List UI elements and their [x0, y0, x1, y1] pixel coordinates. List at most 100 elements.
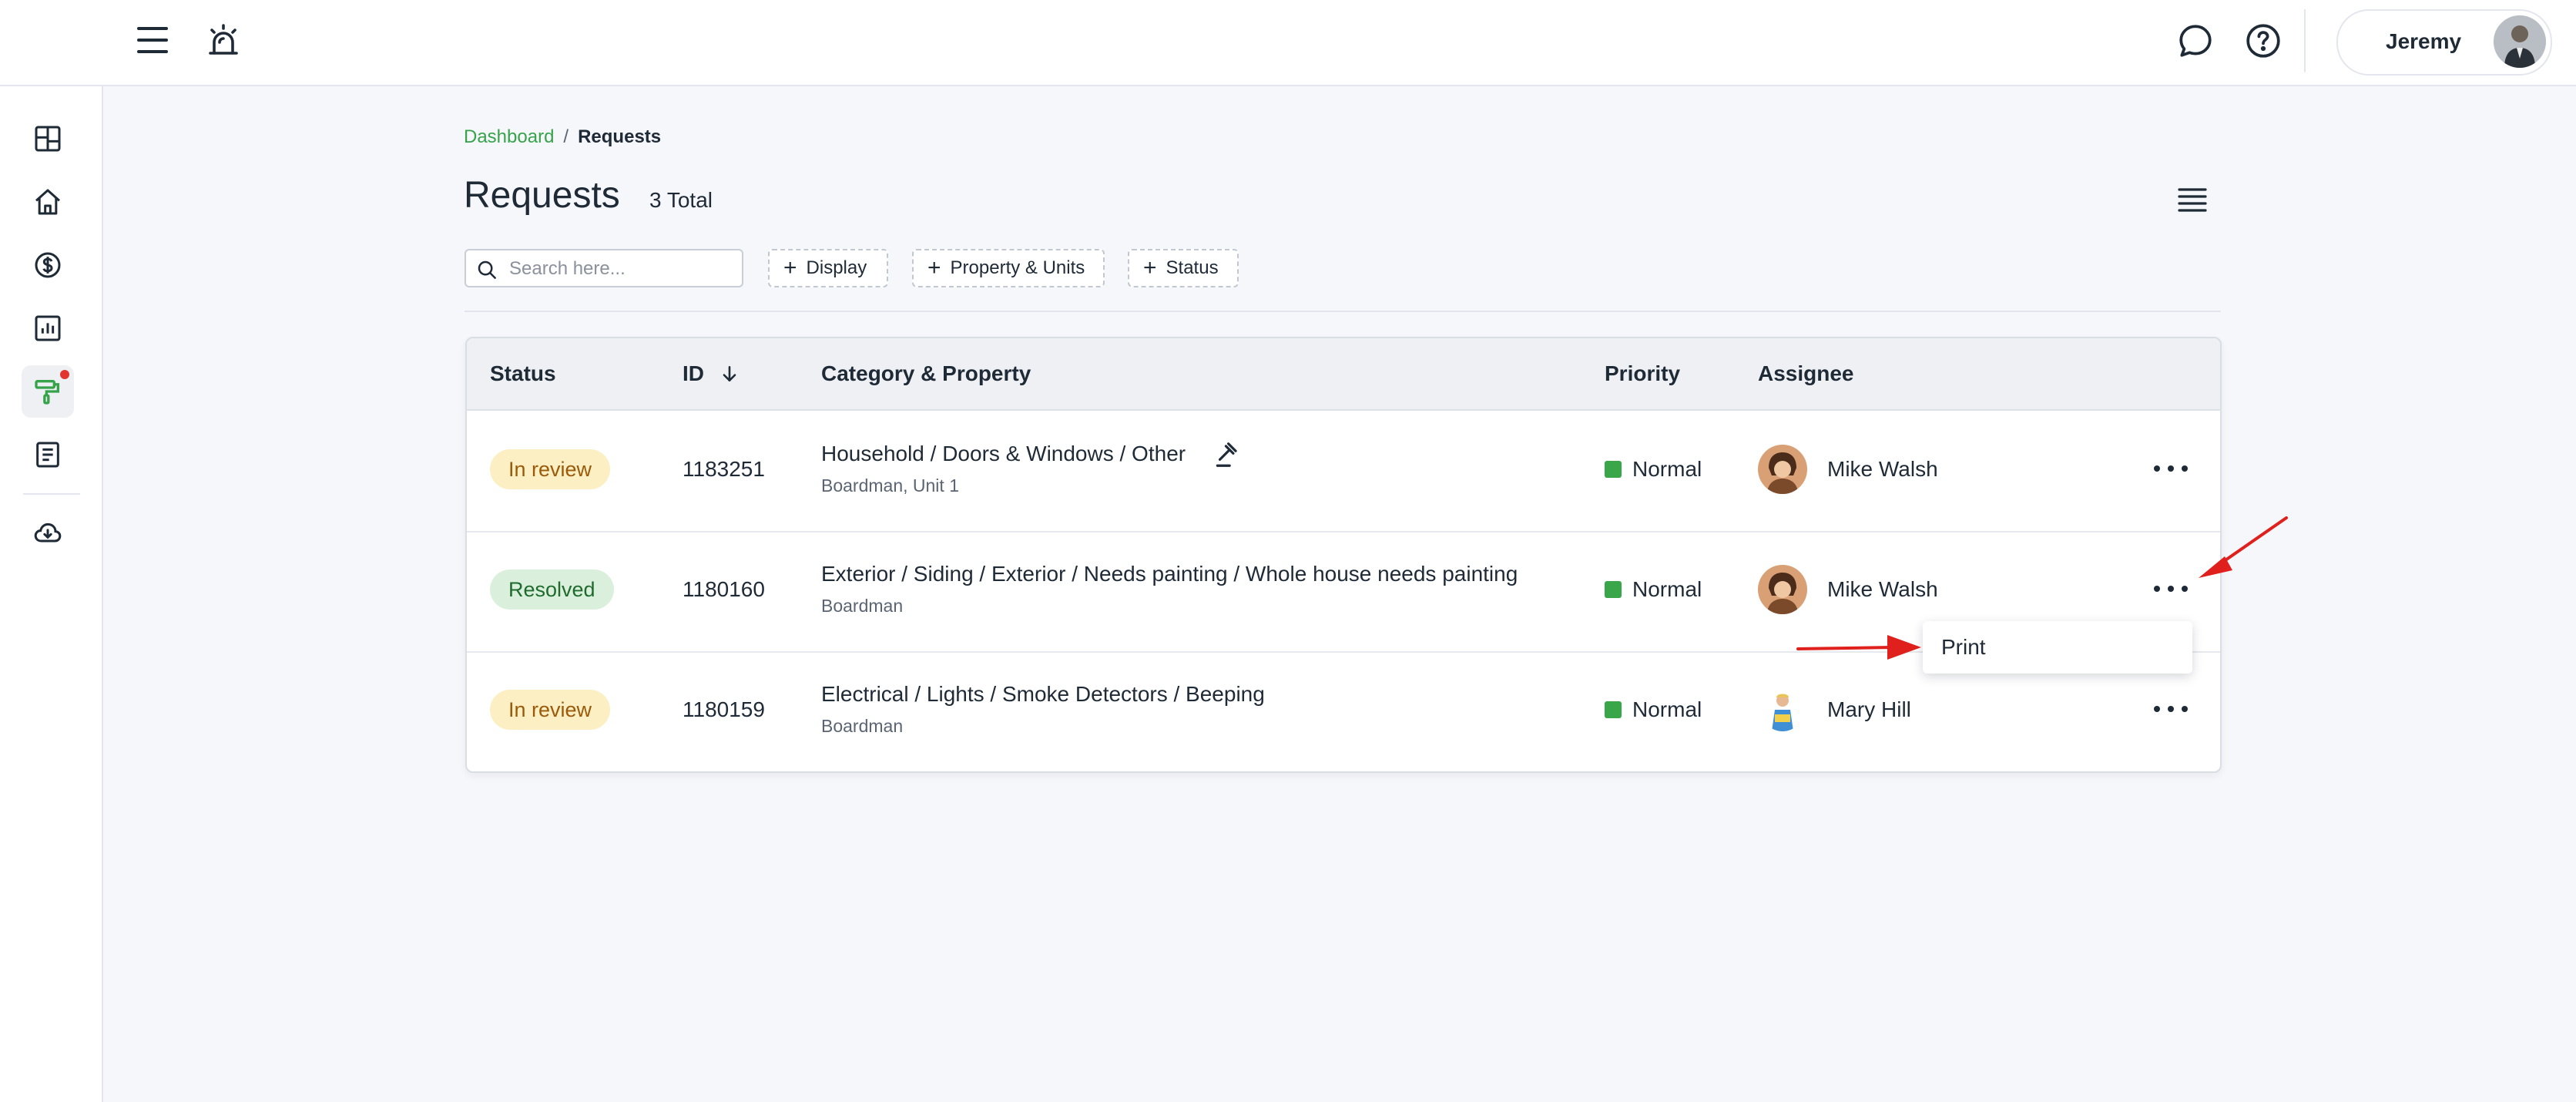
more-dot: [2154, 465, 2160, 472]
status-badge: Resolved: [490, 569, 614, 610]
request-category[interactable]: Household / Doors & Windows / Other: [821, 442, 1186, 466]
dollar-icon: [35, 252, 61, 278]
maintenance-icon: [35, 380, 59, 405]
list-icon: [2178, 188, 2207, 212]
sidebar-item-finance[interactable]: [22, 239, 74, 291]
request-id: 1180160: [683, 577, 765, 601]
help-circle-icon: [2246, 24, 2280, 58]
column-header-status[interactable]: Status: [490, 361, 556, 386]
chat-bubble-icon: [2179, 25, 2212, 57]
request-category[interactable]: Electrical / Lights / Smoke Detectors / …: [821, 682, 1265, 707]
page-title: Requests: [464, 175, 620, 216]
row-actions-button[interactable]: [2154, 697, 2188, 721]
column-header-category[interactable]: Category & Property: [821, 361, 1031, 386]
property-units-filter-button[interactable]: + Property & Units: [912, 249, 1105, 287]
menu-toggle-button[interactable]: [132, 22, 173, 59]
priority-indicator: [1605, 581, 1622, 598]
request-category[interactable]: Exterior / Siding / Exterior / Needs pai…: [821, 562, 1518, 586]
more-dot: [2168, 586, 2174, 592]
sidebar-item-home[interactable]: [22, 176, 74, 228]
request-property: Boardman: [821, 716, 904, 736]
gavel-icon: [1216, 442, 1237, 467]
sidebar-item-reports[interactable]: [22, 302, 74, 354]
alarm-siren-icon: [209, 24, 238, 55]
table-header: Status ID Category & Property Priority A…: [467, 338, 2220, 411]
plus-icon: +: [783, 255, 797, 281]
column-header-id-label: ID: [683, 361, 704, 385]
more-dot: [2182, 706, 2188, 712]
user-name: Jeremy: [2386, 29, 2462, 53]
priority-indicator: [1605, 701, 1622, 718]
avatar: [1761, 688, 1804, 731]
user-menu-button[interactable]: Jeremy: [2336, 9, 2552, 76]
total-count: 3 Total: [649, 188, 713, 212]
more-dot: [2154, 586, 2160, 592]
sidebar-logo-area: [0, 0, 102, 86]
arrow-down-icon: [723, 366, 736, 381]
sidebar-item-downloads[interactable]: [22, 507, 74, 559]
plus-icon: +: [927, 255, 941, 281]
breadcrumb: Dashboard / Requests: [464, 126, 661, 148]
print-menu-item[interactable]: Print: [1941, 635, 1986, 660]
assignee-name: Mary Hill: [1827, 697, 1911, 721]
requests-table: Status ID Category & Property Priority A…: [465, 337, 2222, 773]
sidebar: [0, 0, 103, 1102]
table-row[interactable]: In review 1183251 Household / Doors & Wi…: [467, 411, 2220, 533]
priority: Normal: [1605, 697, 1702, 722]
download-icon: [34, 522, 62, 543]
chart-icon: [35, 315, 61, 341]
annotation-arrow: [2199, 516, 2288, 578]
avatar: [1758, 445, 1807, 494]
breadcrumb-dashboard-link[interactable]: Dashboard: [464, 126, 554, 147]
topbar-divider: [2304, 9, 2306, 72]
priority-label: Normal: [1632, 577, 1702, 601]
dashboard-icon: [35, 126, 61, 152]
column-header-assignee[interactable]: Assignee: [1758, 361, 1854, 386]
messages-button[interactable]: [2175, 20, 2216, 62]
column-header-id[interactable]: ID: [683, 361, 740, 386]
priority-label: Normal: [1632, 697, 1702, 721]
annotation-arrow: [1796, 635, 1921, 660]
more-dot: [2182, 465, 2188, 472]
row-actions-button[interactable]: [2154, 457, 2188, 480]
sidebar-divider: [23, 493, 80, 495]
home-icon: [35, 189, 60, 215]
search-box: [465, 249, 743, 287]
row-actions-menu: Print: [1923, 621, 2192, 674]
display-filter-button[interactable]: + Display: [768, 249, 888, 287]
status-filter-button[interactable]: + Status: [1128, 249, 1239, 287]
more-dot: [2168, 465, 2174, 472]
document-icon: [36, 442, 59, 468]
hamburger-icon: [137, 27, 168, 53]
property-units-filter-label: Property & Units: [950, 257, 1085, 278]
request-id: 1183251: [683, 457, 765, 481]
search-icon: [478, 260, 496, 279]
breadcrumb-separator: /: [563, 126, 569, 147]
breadcrumb-current: Requests: [578, 126, 662, 147]
sidebar-item-dashboard[interactable]: [22, 113, 74, 165]
plus-icon: +: [1143, 255, 1157, 281]
sidebar-item-documents[interactable]: [22, 428, 74, 481]
filters-divider: [465, 311, 2221, 312]
list-view-button[interactable]: [2172, 182, 2214, 219]
avatar: [1758, 565, 1807, 614]
column-header-priority[interactable]: Priority: [1605, 361, 1680, 386]
user-avatar: [2494, 15, 2546, 68]
priority: Normal: [1605, 457, 1702, 482]
display-filter-label: Display: [806, 257, 867, 278]
status-badge: In review: [490, 690, 611, 730]
status-badge: In review: [490, 449, 611, 489]
assignee-name: Mike Walsh: [1827, 577, 1938, 601]
help-button[interactable]: [2242, 20, 2284, 62]
row-actions-button[interactable]: [2154, 577, 2188, 600]
request-id: 1180159: [683, 697, 765, 721]
notification-dot: [60, 370, 69, 379]
emergency-alert-button[interactable]: [202, 20, 245, 62]
status-filter-label: Status: [1166, 257, 1219, 278]
request-property: Boardman: [821, 596, 904, 616]
search-input[interactable]: [508, 257, 734, 281]
priority: Normal: [1605, 577, 1702, 602]
request-property: Boardman, Unit 1: [821, 475, 959, 496]
sidebar-item-maintenance[interactable]: [22, 365, 74, 418]
priority-indicator: [1605, 461, 1622, 478]
